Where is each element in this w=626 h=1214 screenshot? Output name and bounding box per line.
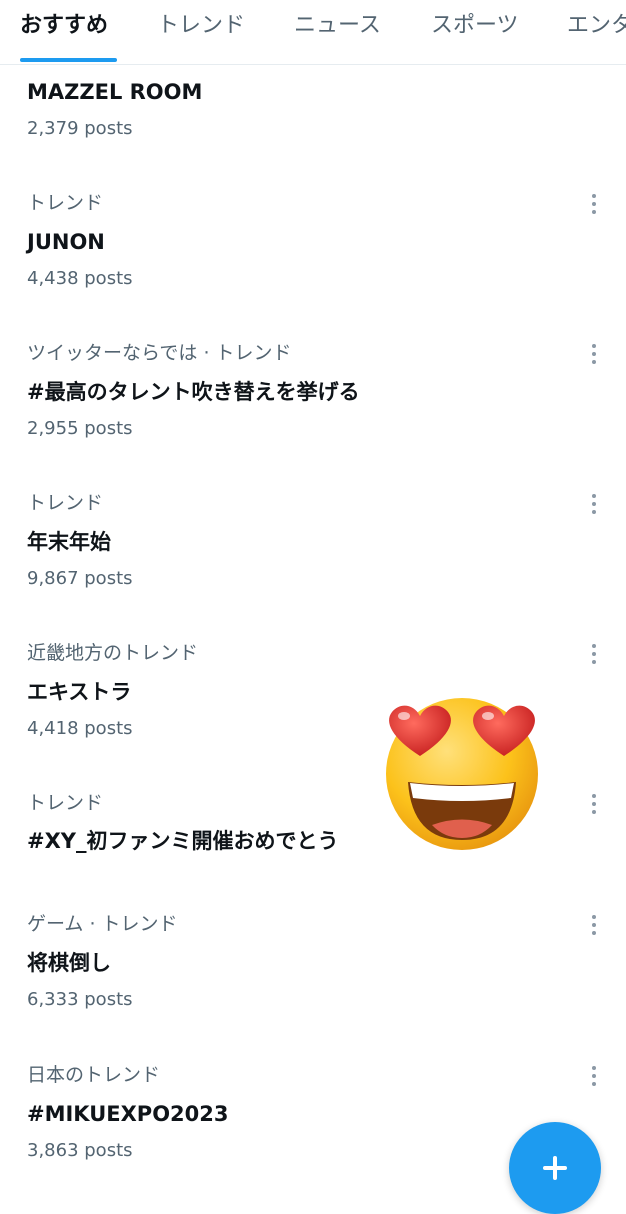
trend-title: #最高のタレント吹き替えを挙げる	[27, 380, 360, 404]
trend-post-count: 4,438 posts	[27, 268, 133, 289]
more-options-icon[interactable]	[583, 491, 605, 517]
tab-sports[interactable]: スポーツ	[431, 12, 519, 40]
trend-context: トレンド	[27, 792, 104, 814]
more-options-icon[interactable]	[583, 912, 605, 938]
trend-post-count: 2,379 posts	[27, 118, 133, 139]
trend-context: トレンド	[27, 192, 104, 214]
more-options-icon[interactable]	[583, 1063, 605, 1089]
trend-post-count: 6,333 posts	[27, 989, 133, 1010]
more-options-icon[interactable]	[583, 791, 605, 817]
trend-context: トレンド	[27, 492, 104, 514]
more-options-icon[interactable]	[583, 341, 605, 367]
trend-item[interactable]: トレンド JUNON 4,438 posts	[0, 180, 626, 306]
trend-item[interactable]: MAZZEL ROOM 2,379 posts	[0, 66, 626, 156]
tab-news[interactable]: ニュース	[294, 12, 381, 40]
trend-post-count: 9,867 posts	[27, 568, 133, 589]
explore-tab-bar: おすすめ トレンド ニュース スポーツ エンタ	[0, 0, 626, 65]
tab-trending[interactable]: トレンド	[157, 12, 245, 40]
trend-title: #XY_初ファンミ開催おめでとう	[27, 829, 339, 853]
trend-title: 年末年始	[27, 530, 111, 554]
trend-context: 近畿地方のトレンド	[27, 642, 199, 664]
trend-title: #MIKUEXPO2023	[27, 1102, 229, 1126]
trend-post-count: 3,863 posts	[27, 1140, 133, 1161]
trend-title: エキストラ	[27, 680, 132, 704]
trend-context: ゲーム · トレンド	[27, 913, 178, 935]
trend-title: MAZZEL ROOM	[27, 80, 203, 104]
trend-post-count: 2,955 posts	[27, 418, 133, 439]
trend-title: JUNON	[27, 230, 105, 254]
trend-title: 将棋倒し	[27, 951, 111, 975]
trend-item[interactable]: ゲーム · トレンド 将棋倒し 6,333 posts	[0, 901, 626, 1027]
tab-entertainment[interactable]: エンタ	[567, 12, 626, 40]
trend-context: 日本のトレンド	[27, 1064, 161, 1086]
more-options-icon[interactable]	[583, 641, 605, 667]
compose-post-button[interactable]	[509, 1122, 601, 1214]
tab-for-you[interactable]: おすすめ	[20, 12, 108, 40]
more-options-icon[interactable]	[583, 191, 605, 217]
trend-item[interactable]: トレンド 年末年始 9,867 posts	[0, 480, 626, 606]
trend-post-count: 4,418 posts	[27, 718, 133, 739]
trend-context: ツイッターならでは · トレンド	[27, 342, 292, 364]
active-tab-indicator	[20, 58, 117, 62]
heart-eyes-emoji-icon	[386, 698, 538, 850]
trend-item[interactable]: ツイッターならでは · トレンド #最高のタレント吹き替えを挙げる 2,955 …	[0, 330, 626, 456]
